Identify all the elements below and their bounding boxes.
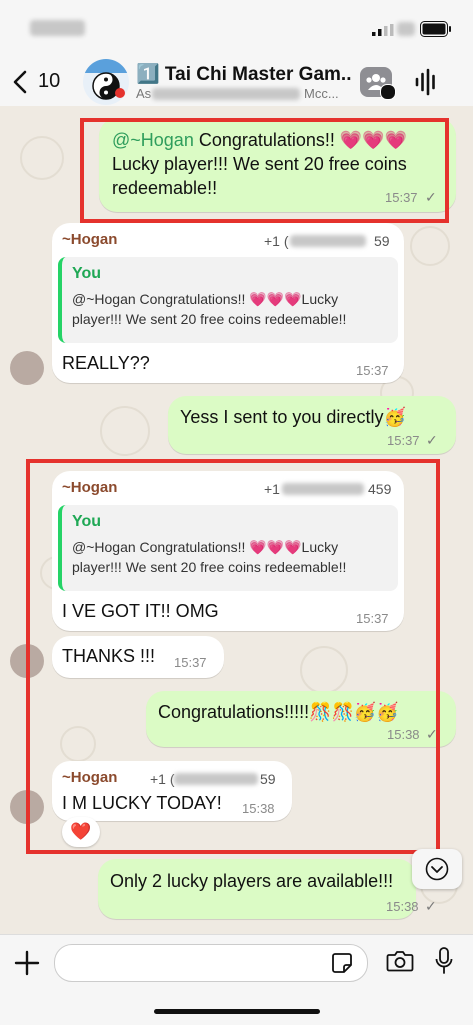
highlight-box — [26, 459, 440, 854]
group-name: 1️⃣ Tai Chi Master Gam... — [136, 64, 351, 85]
voice-waveform-icon[interactable] — [414, 68, 438, 96]
message-text: Yess I sent to you directly🥳 — [180, 407, 406, 427]
message-time: 15:37 — [387, 433, 420, 448]
unread-count: 10 — [38, 70, 61, 92]
sender-phone-suffix: 59 — [374, 233, 390, 249]
chat-area[interactable]: @~Hogan Congratulations!! 💗💗💗 Lucky play… — [0, 106, 473, 934]
wallpaper-doodle — [100, 406, 150, 456]
sender-avatar[interactable] — [10, 351, 44, 385]
sender-name[interactable]: ~Hogan — [62, 231, 117, 248]
back-button[interactable]: 10 — [10, 66, 68, 98]
message-input[interactable] — [54, 944, 368, 982]
quote-text: @~Hogan Congratulations!! 💗💗💗Lucky playe… — [72, 291, 347, 327]
message-bubble-outgoing[interactable]: Yess I sent to you directly🥳 15:37 ✓ — [168, 396, 456, 454]
group-subtitle-end: Mcc... — [304, 86, 339, 101]
sticker-icon[interactable] — [331, 952, 353, 974]
chevron-down-circle-icon — [425, 857, 449, 881]
camera-icon[interactable] — [386, 949, 414, 973]
home-indicator — [154, 1009, 320, 1014]
highlight-box — [80, 118, 449, 223]
chat-header: 10 1️⃣ Tai Chi Master Gam... As Mcc... — [0, 58, 473, 107]
yin-yang-icon — [83, 59, 129, 100]
scroll-to-bottom-button[interactable] — [412, 849, 462, 889]
chevron-left-icon — [13, 70, 27, 94]
group-subtitle-start: As — [136, 86, 152, 101]
plus-icon[interactable] — [14, 950, 40, 976]
group-avatar[interactable] — [83, 59, 129, 105]
sender-phone-prefix: +1 ( — [264, 233, 289, 249]
sent-tick-icon: ✓ — [425, 898, 437, 914]
composer-bar — [0, 934, 473, 1025]
sent-tick-icon: ✓ — [426, 432, 438, 448]
wallpaper-doodle — [20, 136, 64, 180]
message-text: Only 2 lucky players are available!!! — [110, 871, 394, 891]
message-time: 15:38 — [386, 899, 419, 914]
message-time: 15:37 — [356, 363, 389, 378]
group-badge-icon — [380, 84, 396, 100]
wifi-redacted — [397, 22, 415, 36]
group-title-area[interactable]: 1️⃣ Tai Chi Master Gam... As Mcc... — [136, 60, 351, 104]
quote-author: You — [72, 265, 102, 282]
signal-icon — [372, 24, 394, 36]
wallpaper-doodle — [410, 226, 450, 266]
quoted-message[interactable]: You @~Hogan Congratulations!! 💗💗💗Lucky p… — [58, 257, 398, 343]
battery-icon — [420, 21, 451, 37]
message-text: REALLY?? — [62, 353, 150, 373]
phone-redacted — [290, 235, 366, 247]
group-info-button[interactable] — [360, 67, 396, 100]
microphone-icon[interactable] — [434, 946, 454, 976]
message-bubble-incoming[interactable]: ~Hogan +1 ( 59 You @~Hogan Congratulatio… — [52, 223, 404, 383]
group-subtitle-redacted — [152, 88, 300, 100]
message-bubble-outgoing[interactable]: Only 2 lucky players are available!!! 15… — [98, 859, 437, 919]
status-bar — [0, 0, 473, 58]
status-time-redacted — [30, 20, 85, 36]
